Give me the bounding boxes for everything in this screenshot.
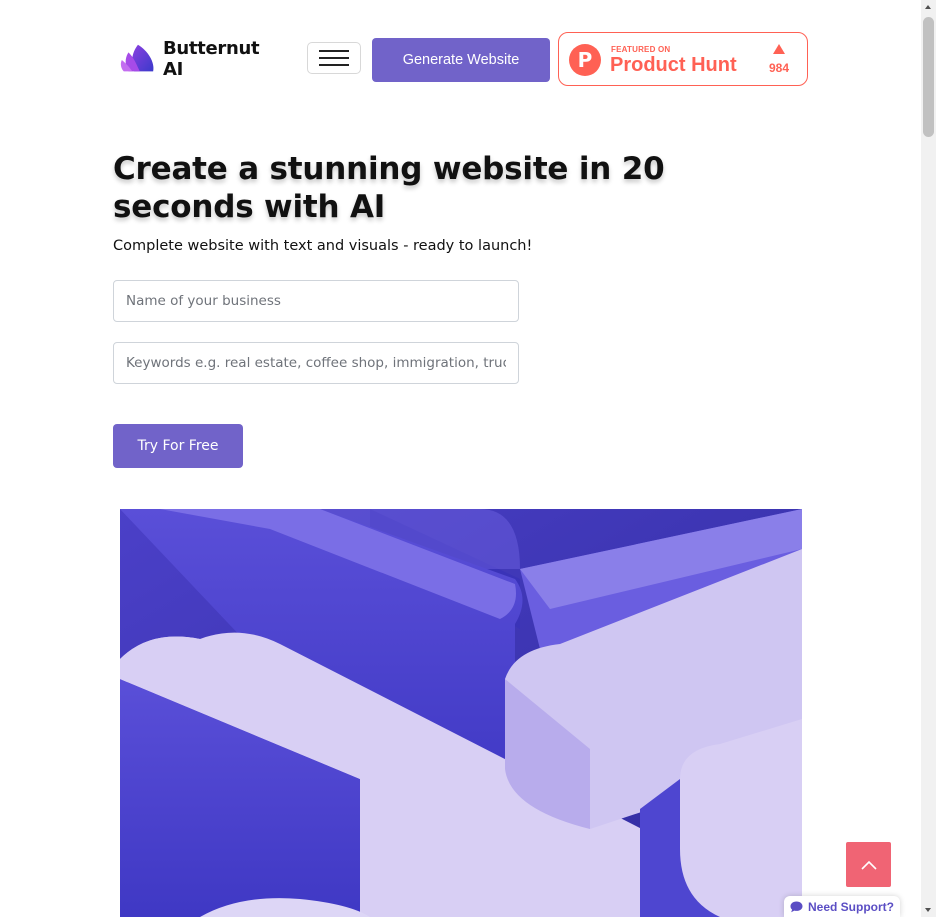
product-hunt-name: Product Hunt [610, 54, 737, 76]
hamburger-icon [319, 49, 349, 67]
scrollbar-thumb[interactable] [923, 17, 934, 137]
brand-name: Butternut AI [162, 38, 260, 80]
upvote-count: 984 [768, 61, 790, 75]
need-support-label: Need Support? [808, 899, 894, 914]
page-scrollbar[interactable] [921, 0, 936, 917]
upvote-arrow-icon [773, 44, 785, 54]
scroll-down-arrow-icon[interactable] [925, 908, 931, 912]
generate-website-button[interactable]: Generate Website [372, 38, 550, 82]
product-hunt-featured-label: FEATURED ON [611, 45, 671, 54]
keywords-input[interactable] [113, 342, 519, 384]
try-for-free-button[interactable]: Try For Free [113, 424, 243, 468]
need-support-button[interactable]: Need Support? [784, 896, 900, 917]
scroll-up-arrow-icon[interactable] [925, 5, 931, 9]
product-hunt-badge[interactable]: P FEATURED ON Product Hunt 984 [558, 32, 808, 86]
product-hunt-logo-icon: P [569, 44, 601, 76]
hero-title: Create a stunning website in 20 seconds … [113, 151, 665, 225]
brand-logo[interactable]: Butternut AI [119, 38, 279, 80]
hero-subtitle: Complete website with text and visuals -… [113, 238, 533, 254]
chat-bubble-icon [790, 901, 803, 913]
menu-toggle-button[interactable] [307, 42, 361, 74]
butternut-logo-icon [120, 44, 154, 72]
hero-image [120, 509, 802, 917]
scroll-to-top-button[interactable] [846, 842, 891, 887]
page: Butternut AI Generate Website P FEATURED… [0, 0, 936, 917]
chevron-up-icon [860, 860, 877, 870]
business-name-input[interactable] [113, 280, 519, 322]
